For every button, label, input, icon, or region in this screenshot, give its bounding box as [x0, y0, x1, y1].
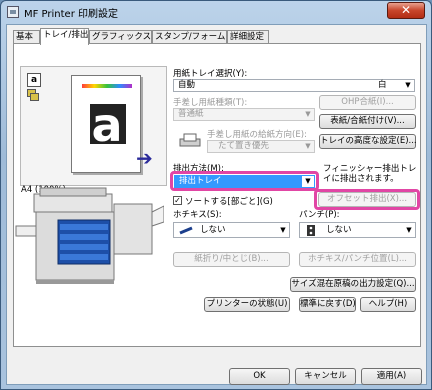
fold-saddle-button[interactable]: 紙折り/中とじ(B)... — [173, 252, 290, 267]
apply-button[interactable]: 適用(A) — [361, 368, 422, 385]
manual-paper-type-value: 普通紙 — [178, 109, 204, 119]
color-bar — [82, 84, 132, 88]
preview-letter: a — [91, 98, 123, 152]
layout-icon: a — [27, 73, 41, 87]
offset-output-button[interactable]: オフセット排出(X)... — [318, 192, 416, 207]
chevron-down-icon: ▼ — [305, 110, 311, 118]
print-settings-window: MF Printer 印刷設定 ✕ 基本 トレイ/排出 グラフィックス スタンプ… — [0, 0, 432, 390]
punch-label: パンチ(P): — [299, 210, 340, 220]
copies-icon — [27, 89, 41, 105]
manual-feed-icon — [179, 133, 201, 147]
mixed-size-output-button[interactable]: サイズ混在原稿の出力設定(Q)... — [290, 277, 416, 292]
tab-graphics[interactable]: グラフィックス — [89, 30, 152, 44]
staple-label: ホチキス(S): — [173, 210, 222, 220]
sort-checkbox-label: ソートする[部ごと](G) — [185, 197, 273, 207]
printer-app-icon — [7, 6, 19, 18]
tray-output-panel: a a A4 (100%) 用紙トレイ選択(Y): 自動 白 ▼ 手差し用紙種類… — [13, 43, 421, 347]
tray-select-value: 自動 — [178, 80, 196, 90]
chevron-down-icon: ▼ — [302, 176, 314, 187]
staple-punch-position-button[interactable]: ホチキス/パンチ位置(L)... — [299, 252, 416, 267]
tab-tray-output[interactable]: トレイ/排出 — [40, 28, 89, 45]
finisher-note: フィニッシャー排出トレイに排出されます。 — [323, 164, 417, 184]
punch-icon — [307, 225, 315, 236]
punch-dropdown[interactable]: しない ▼ — [299, 222, 416, 238]
help-button[interactable]: ヘルプ(H) — [360, 297, 416, 312]
manual-orientation-value: たて置き優先 — [218, 141, 270, 151]
tray-select-dropdown[interactable]: 自動 白 ▼ — [173, 79, 415, 92]
output-arrow-icon: ➔ — [136, 146, 153, 170]
staple-dropdown[interactable]: しない ▼ — [173, 222, 290, 238]
tray-select-color: 白 — [378, 80, 387, 90]
tray-advanced-button[interactable]: トレイの高度な設定(E)... — [319, 134, 417, 149]
chevron-down-icon: ▼ — [305, 142, 311, 150]
manual-paper-type-label: 手差し用紙種類(T): — [173, 98, 248, 108]
chevron-down-icon: ▼ — [405, 81, 411, 89]
close-button[interactable]: ✕ — [387, 2, 425, 19]
chevron-down-icon: ▼ — [280, 226, 286, 234]
window-title: MF Printer 印刷設定 — [24, 9, 119, 20]
tab-basic[interactable]: 基本 — [13, 30, 40, 44]
cancel-button[interactable]: キャンセル — [295, 368, 356, 385]
tab-advanced[interactable]: 詳細設定 — [227, 30, 269, 44]
punch-value: しない — [326, 225, 352, 235]
manual-orientation-dropdown[interactable]: たて置き優先 ▼ — [207, 140, 315, 153]
manual-orientation-label: 手差し用紙の給紙方向(E): — [207, 130, 307, 140]
printer-illustration — [15, 187, 164, 284]
ok-button[interactable]: OK — [229, 368, 290, 385]
cover-sheet-button[interactable]: 表紙/合紙付け(V)... — [319, 114, 416, 129]
sort-checkbox[interactable]: ✓ — [173, 196, 182, 205]
manual-paper-type-dropdown[interactable]: 普通紙 ▼ — [173, 108, 315, 121]
staple-value: しない — [200, 225, 226, 235]
restore-defaults-button[interactable]: 標準に戻す(D) — [299, 297, 356, 312]
preview-page: a — [71, 75, 141, 173]
output-method-value: 排出トレイ — [179, 176, 222, 186]
tab-stamp-form[interactable]: スタンプ/フォーム — [152, 30, 227, 44]
output-method-dropdown[interactable]: 排出トレイ ▼ — [174, 175, 315, 188]
dialog-client: 基本 トレイ/排出 グラフィックス スタンプ/フォーム 詳細設定 a a A4 … — [6, 24, 427, 385]
printer-status-button[interactable]: プリンターの状態(U) — [204, 297, 290, 312]
staple-icon — [179, 226, 193, 235]
tray-select-label: 用紙トレイ選択(Y): — [173, 69, 248, 79]
chevron-down-icon: ▼ — [406, 226, 412, 234]
title-bar: MF Printer 印刷設定 ✕ — [1, 1, 431, 23]
ohp-interleave-button[interactable]: OHP合紙(I)... — [319, 95, 416, 110]
